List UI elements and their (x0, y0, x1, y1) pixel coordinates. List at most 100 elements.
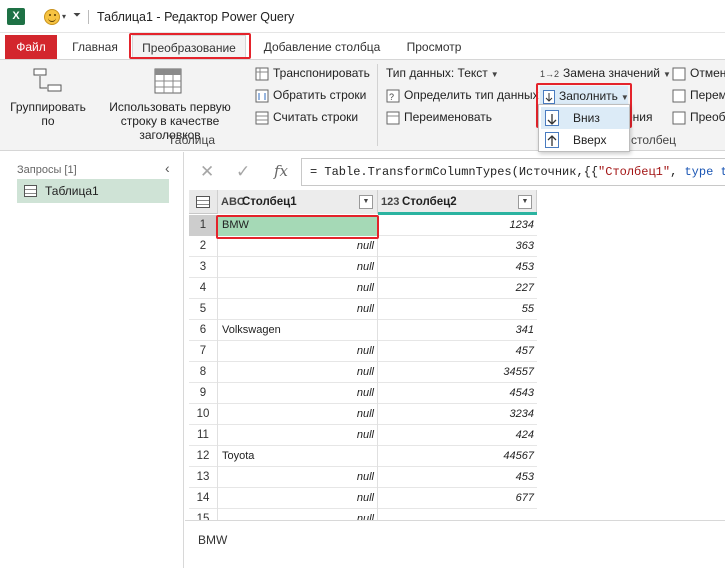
cell-column2[interactable]: 453 (378, 467, 537, 488)
cell-column2[interactable]: 1234 (378, 215, 537, 236)
row-number[interactable]: 9 (189, 383, 218, 404)
cancel-formula-icon[interactable]: ✕ (200, 162, 214, 182)
table-row[interactable]: 2 null 363 (189, 236, 537, 257)
cell-column2[interactable]: 363 (378, 236, 537, 257)
use-first-row-headers-button[interactable]: Использовать первую строку в качестве за… (90, 64, 250, 142)
group-by-button[interactable]: Группировать по (8, 64, 88, 128)
column-header-1[interactable]: ABC Столбец1 ▼ (218, 190, 378, 214)
cell-column2[interactable]: 453 (378, 257, 537, 278)
cell-column1[interactable]: null (218, 467, 378, 488)
cell-column1[interactable]: null (218, 509, 378, 520)
row-number[interactable]: 4 (189, 278, 218, 299)
smiley-feedback-icon[interactable] (44, 9, 60, 25)
cell-column1[interactable]: null (218, 257, 378, 278)
tab-home[interactable]: Главная (64, 35, 126, 59)
row-number[interactable]: 12 (189, 446, 218, 467)
table-row[interactable]: 11 null 424 (189, 425, 537, 446)
cell-column1[interactable]: null (218, 362, 378, 383)
filter-dropdown-icon[interactable]: ▼ (359, 195, 373, 209)
row-number[interactable]: 1 (189, 215, 218, 236)
row-number[interactable]: 5 (189, 299, 218, 320)
cell-column1[interactable]: BMW (218, 215, 378, 236)
cell-column1[interactable]: null (218, 278, 378, 299)
table-row[interactable]: 10 null 3234 (189, 404, 537, 425)
row-number[interactable]: 6 (189, 320, 218, 341)
cell-column1[interactable]: null (218, 383, 378, 404)
row-number[interactable]: 2 (189, 236, 218, 257)
query-item[interactable]: Таблица1 (17, 179, 169, 203)
cell-column1[interactable]: Volkswagen (218, 320, 378, 341)
transpose-button[interactable]: Транспонировать (255, 66, 370, 81)
table-row[interactable]: 1 BMW 1234 (189, 215, 537, 236)
data-type-dropdown[interactable]: Тип данных: Текст ▼ (386, 66, 499, 80)
fx-icon[interactable]: fx (274, 162, 288, 180)
cell-column2[interactable]: 227 (378, 278, 537, 299)
chevron-down-icon[interactable]: ▾ (62, 12, 66, 21)
row-number[interactable]: 15 (189, 509, 218, 520)
table-row[interactable]: 3 null 453 (189, 257, 537, 278)
tab-add-column[interactable]: Добавление столбца (258, 35, 386, 59)
cell-column1[interactable]: null (218, 488, 378, 509)
cell-column1[interactable]: null (218, 299, 378, 320)
replace-values-button[interactable]: 1→2 Замена значений ▼ (540, 66, 671, 80)
table-row[interactable]: 6 Volkswagen 341 (189, 320, 537, 341)
confirm-formula-icon[interactable]: ✓ (236, 162, 250, 182)
fill-up-label: Вверх (573, 133, 607, 147)
move-button[interactable]: Перем (672, 88, 725, 103)
collapse-chevron-icon[interactable]: ‹ (165, 160, 170, 176)
cell-column1[interactable]: null (218, 236, 378, 257)
row-number[interactable]: 7 (189, 341, 218, 362)
customize-toolbar-icon[interactable]: ⏷ (73, 10, 81, 21)
table-row[interactable]: 5 null 55 (189, 299, 537, 320)
unpivot-button[interactable]: Отмен (672, 66, 725, 81)
table-menu-button[interactable] (189, 190, 218, 214)
detect-data-type-button[interactable]: ? Определить тип данных (386, 88, 539, 103)
table-row[interactable]: 8 null 34557 (189, 362, 537, 383)
cell-column2[interactable]: 4543 (378, 383, 537, 404)
table-row[interactable]: 14 null 677 (189, 488, 537, 509)
cell-column1[interactable]: Toyota (218, 446, 378, 467)
convert-to-list-button[interactable]: Преоб (672, 110, 725, 125)
row-number[interactable]: 14 (189, 488, 218, 509)
cell-column2[interactable]: 457 (378, 341, 537, 362)
cell-column2[interactable]: 677 (378, 488, 537, 509)
filter-dropdown-icon[interactable]: ▼ (518, 195, 532, 209)
formula-string: "Столбец1" (598, 165, 671, 179)
table-row[interactable]: 9 null 4543 (189, 383, 537, 404)
table-row[interactable]: 13 null 453 (189, 467, 537, 488)
tab-view[interactable]: Просмотр (398, 35, 470, 59)
fill-button[interactable]: Заполнить ▼ (540, 86, 629, 106)
cell-column1[interactable]: null (218, 425, 378, 446)
fill-down-menu-item[interactable]: Вниз (541, 107, 629, 129)
table-row[interactable]: 7 null 457 (189, 341, 537, 362)
formula-input[interactable]: = Table.TransformColumnTypes(Источник,{{… (301, 158, 725, 186)
tab-file[interactable]: Файл (5, 35, 57, 59)
cell-column2[interactable]: 55 (378, 299, 537, 320)
queries-panel: Запросы [1] ‹ Таблица1 (0, 152, 184, 568)
cell-column1[interactable]: null (218, 341, 378, 362)
count-rows-button[interactable]: Считать строки (255, 110, 358, 125)
cell-column2[interactable]: 341 (378, 320, 537, 341)
cell-column2[interactable]: 44567 (378, 446, 537, 467)
table-row[interactable]: 15 null... (189, 509, 537, 520)
table-row[interactable]: 4 null 227 (189, 278, 537, 299)
number-type-icon[interactable]: 123 (381, 190, 399, 214)
cell-column2[interactable]: 3234 (378, 404, 537, 425)
grid-rows: 1 BMW 1234 2 null 363 3 null 453 4 null 227 5 null 55 6… (189, 215, 537, 520)
row-number[interactable]: 8 (189, 362, 218, 383)
group-by-label: Группировать по (10, 100, 86, 128)
row-number[interactable]: 13 (189, 467, 218, 488)
table-row[interactable]: 12 Toyota 44567 (189, 446, 537, 467)
reverse-rows-button[interactable]: Обратить строки (255, 88, 366, 103)
cell-column2[interactable]: 34557 (378, 362, 537, 383)
fill-up-menu-item[interactable]: Вверх (541, 129, 629, 151)
row-number[interactable]: 11 (189, 425, 218, 446)
rename-button[interactable]: Переименовать (386, 110, 492, 125)
column-header-2[interactable]: 123 Столбец2 ▼ (378, 190, 537, 214)
cell-column2[interactable]: ... (378, 509, 537, 520)
row-number[interactable]: 3 (189, 257, 218, 278)
cell-column2[interactable]: 424 (378, 425, 537, 446)
tab-transform[interactable]: Преобразование (132, 35, 246, 59)
cell-column1[interactable]: null (218, 404, 378, 425)
row-number[interactable]: 10 (189, 404, 218, 425)
